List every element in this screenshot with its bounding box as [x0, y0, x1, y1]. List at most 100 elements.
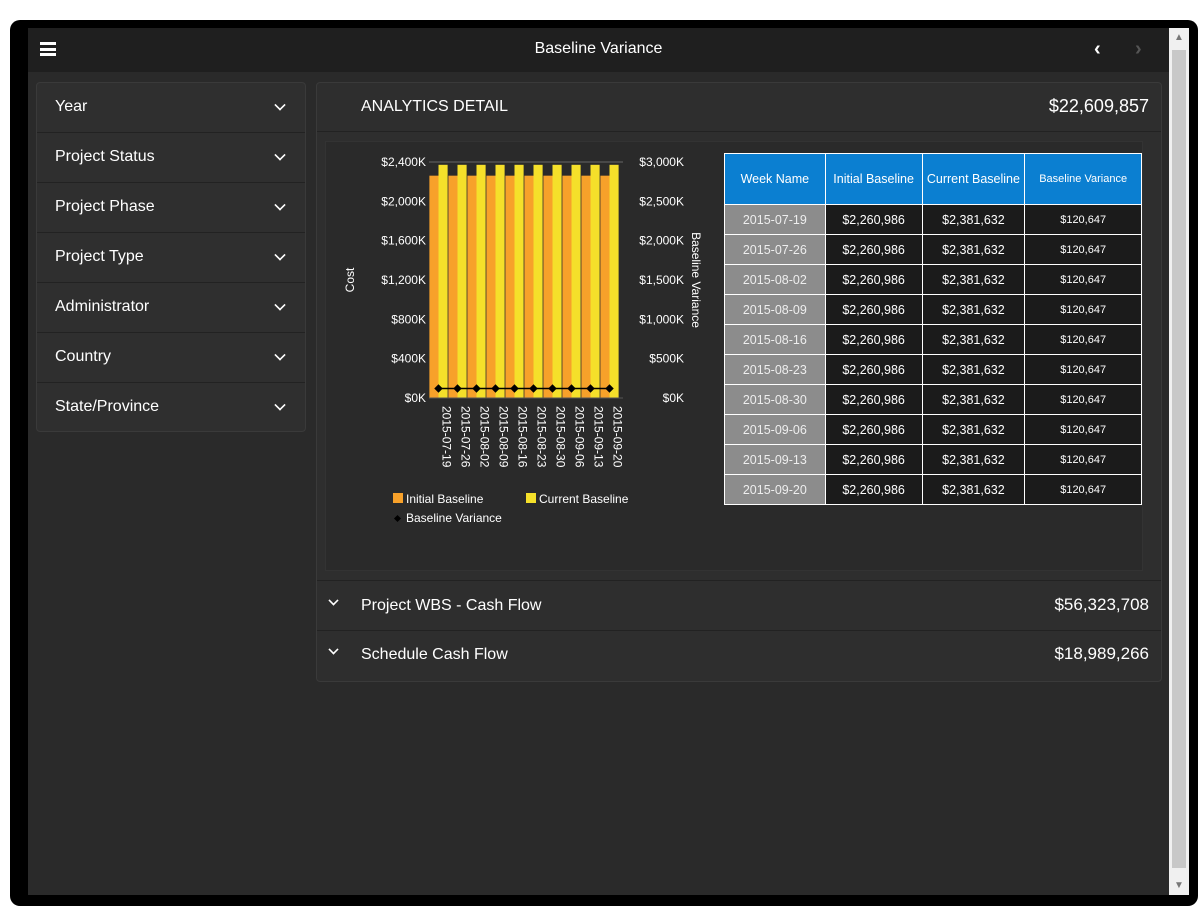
filter-state-province[interactable]: State/Province [37, 383, 305, 432]
bar-initial-baseline [448, 175, 458, 398]
table-cell: 2015-08-30 [724, 384, 826, 415]
table-cell: 2015-07-19 [724, 204, 826, 235]
y-tick-label: $1,600K [381, 234, 426, 248]
chevron-down-icon [274, 199, 286, 211]
table-row: 2015-08-30 $2,260,986 $2,381,632 $120,647 [724, 384, 1142, 415]
legend-label-initial: Initial Baseline [406, 492, 484, 506]
column-header: Baseline Variance [1024, 153, 1142, 205]
filter-country[interactable]: Country [37, 333, 305, 383]
filter-project-status[interactable]: Project Status [37, 133, 305, 183]
y2-tick-label: $1,500K [639, 273, 684, 287]
table-cell: $2,381,632 [921, 204, 1026, 235]
legend-swatch-current [526, 493, 536, 503]
y-axis-title: Cost [343, 267, 357, 292]
y-tick-label: $800K [391, 312, 426, 326]
bar-initial-baseline [486, 175, 496, 398]
section-label: Project WBS - Cash Flow [361, 597, 542, 614]
table-cell: 2015-09-20 [724, 474, 826, 505]
y2-axis-title: Baseline Variance [689, 232, 703, 328]
legend-swatch-initial [393, 493, 403, 503]
bar-current-baseline [514, 164, 524, 398]
filter-label: Project Status [55, 148, 155, 165]
section-schedule-cash-flow[interactable]: Schedule Cash Flow $18,989,266 [317, 630, 1161, 679]
bar-current-baseline [571, 164, 581, 398]
table-row: 2015-07-19 $2,260,986 $2,381,632 $120,647 [724, 204, 1142, 235]
table-cell: $120,647 [1024, 384, 1142, 415]
table-row: 2015-09-20 $2,260,986 $2,381,632 $120,647 [724, 474, 1142, 505]
table-row: 2015-08-02 $2,260,986 $2,381,632 $120,647 [724, 264, 1142, 295]
bar-current-baseline [438, 164, 448, 398]
chevron-down-icon [274, 99, 286, 111]
table-cell: $120,647 [1024, 414, 1142, 445]
filter-project-type[interactable]: Project Type [37, 233, 305, 283]
table-cell: $2,260,986 [824, 264, 923, 295]
bar-current-baseline [533, 164, 543, 398]
section-value: $56,323,708 [1054, 595, 1149, 614]
table-cell: 2015-07-26 [724, 234, 826, 265]
vertical-scrollbar[interactable]: ▲ ▼ [1169, 28, 1189, 895]
column-header: Week Name [724, 153, 826, 205]
bar-current-baseline [457, 164, 467, 398]
legend-swatch-variance [393, 514, 402, 523]
scroll-down-icon[interactable]: ▼ [1169, 880, 1189, 891]
table-cell: 2015-08-16 [724, 324, 826, 355]
bar-initial-baseline [562, 175, 572, 398]
table-row: 2015-09-06 $2,260,986 $2,381,632 $120,647 [724, 414, 1142, 445]
bar-initial-baseline [600, 175, 610, 398]
chevron-down-icon [274, 349, 286, 361]
top-bar: Baseline Variance ‹ › [28, 28, 1169, 72]
filter-year[interactable]: Year [37, 83, 305, 133]
baseline-chart: $0K $400K $800K $1,200K $1,600K $2,000K $2,400… [343, 155, 703, 525]
table-cell: $2,381,632 [921, 474, 1026, 505]
y2-tick-label: $500K [649, 352, 684, 366]
table-cell: $120,647 [1024, 354, 1142, 385]
table-header-row: Week Name Initial Baseline Current Baselin… [724, 153, 1142, 205]
table-cell: $2,381,632 [921, 354, 1026, 385]
chevron-down-icon [328, 644, 339, 655]
filter-project-phase[interactable]: Project Phase [37, 183, 305, 233]
bar-initial-baseline [505, 175, 515, 398]
x-tick-label: 2015-08-09 [497, 406, 511, 468]
filter-administrator[interactable]: Administrator [37, 283, 305, 333]
bar-current-baseline [552, 164, 562, 398]
table-cell: $2,381,632 [921, 324, 1026, 355]
x-tick-label: 2015-07-19 [440, 406, 454, 468]
filter-label: State/Province [55, 398, 160, 415]
section-value: $18,989,266 [1054, 644, 1149, 663]
table-cell: $2,381,632 [921, 264, 1026, 295]
filter-sidebar: Year Project Status Project Phase Project T… [36, 82, 306, 432]
y2-tick-label: $2,000K [639, 234, 684, 248]
analytics-header[interactable]: ANALYTICS DETAIL $22,609,857 [317, 83, 1161, 132]
chevron-left-icon[interactable]: ‹ [1094, 38, 1101, 61]
y-tick-label: $0K [405, 391, 426, 405]
section-label: Schedule Cash Flow [361, 646, 508, 663]
table-cell: $2,260,986 [824, 444, 923, 475]
table-row: 2015-08-16 $2,260,986 $2,381,632 $120,647 [724, 324, 1142, 355]
scrollbar-thumb[interactable] [1172, 50, 1186, 868]
table-cell: 2015-09-13 [724, 444, 826, 475]
x-tick-label: 2015-08-23 [535, 406, 549, 468]
y2-tick-label: $2,500K [639, 194, 684, 208]
analytics-title: ANALYTICS DETAIL [361, 98, 508, 115]
table-cell: $2,381,632 [921, 384, 1026, 415]
analytics-content: $0K $400K $800K $1,200K $1,600K $2,000K $2,400… [325, 141, 1143, 571]
x-tick-label: 2015-08-02 [478, 406, 492, 468]
bar-current-baseline [476, 164, 486, 398]
bar-initial-baseline [581, 175, 591, 398]
table-cell: $120,647 [1024, 474, 1142, 505]
y-tick-label: $1,200K [381, 273, 426, 287]
legend-label-variance: Baseline Variance [406, 511, 502, 525]
bar-initial-baseline [467, 175, 477, 398]
scroll-up-icon[interactable]: ▲ [1169, 32, 1189, 43]
table-cell: $2,260,986 [824, 474, 923, 505]
chevron-down-icon [274, 399, 286, 411]
chevron-down-icon [274, 249, 286, 261]
y2-tick-label: $3,000K [639, 155, 684, 169]
chevron-down-icon [274, 149, 286, 161]
table-cell: $2,260,986 [824, 204, 923, 235]
section-project-wbs[interactable]: Project WBS - Cash Flow $56,323,708 [317, 580, 1161, 631]
analytics-total: $22,609,857 [1048, 96, 1149, 116]
x-tick-label: 2015-08-30 [554, 406, 568, 468]
bar-current-baseline [609, 164, 619, 398]
page-title: Baseline Variance [534, 40, 663, 57]
